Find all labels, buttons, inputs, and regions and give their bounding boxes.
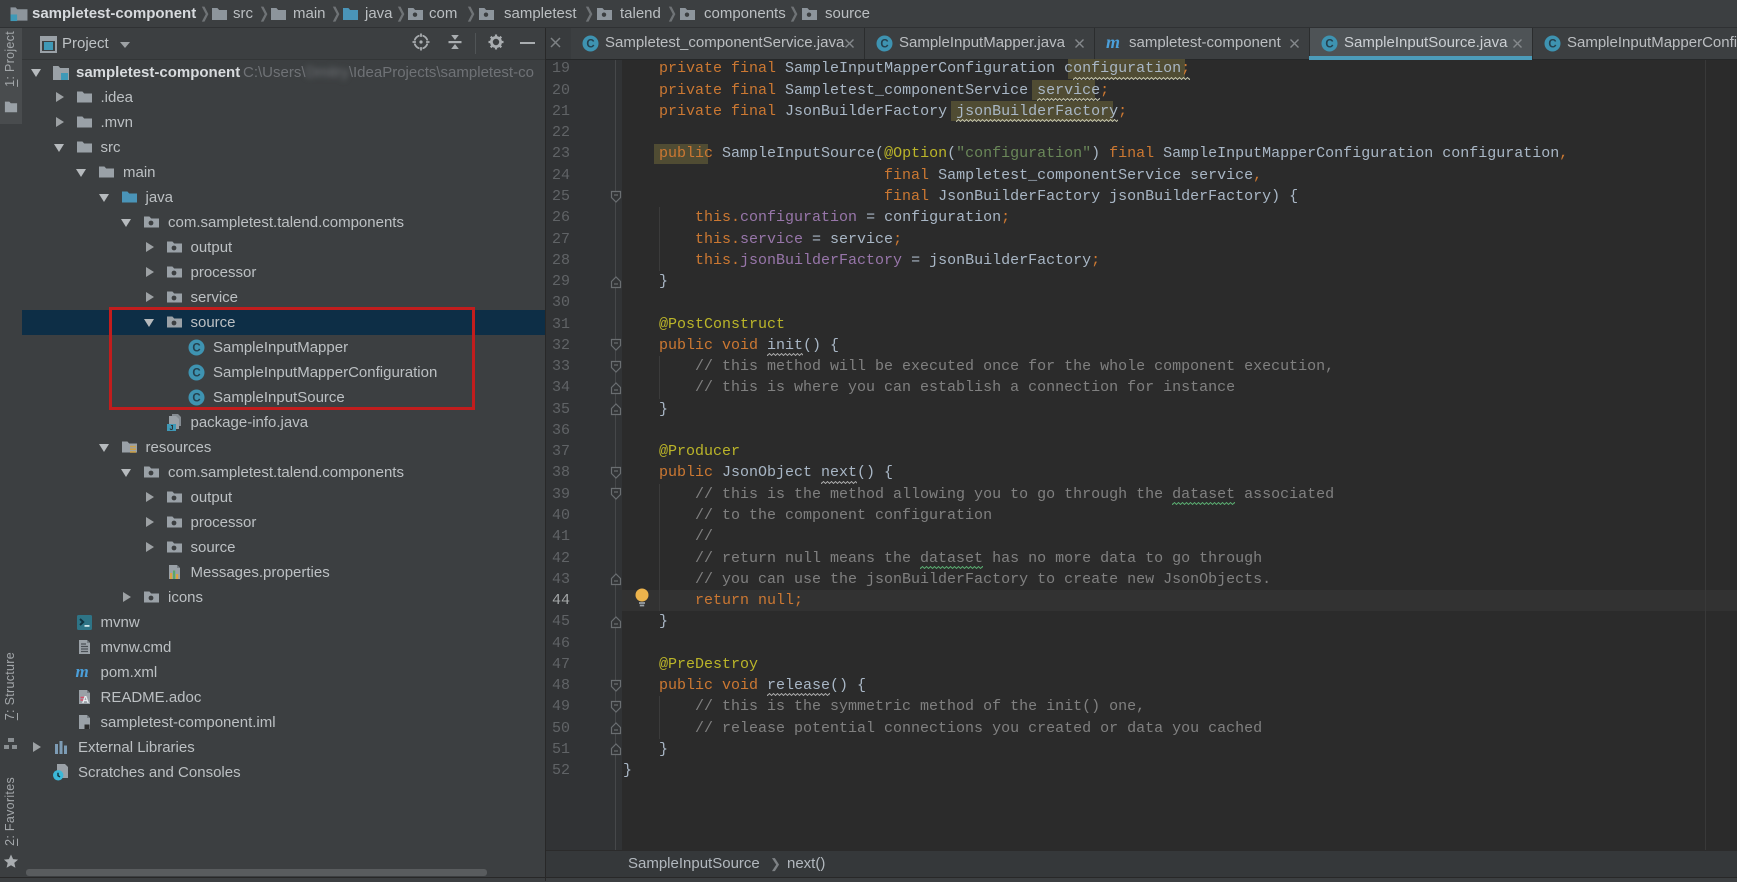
svg-text:C: C xyxy=(1325,39,1333,51)
svg-text:A: A xyxy=(81,695,88,706)
svg-text:C: C xyxy=(880,39,888,51)
svg-text:C: C xyxy=(586,39,594,51)
svg-text:J: J xyxy=(169,425,173,431)
svg-text:C: C xyxy=(1548,39,1556,51)
